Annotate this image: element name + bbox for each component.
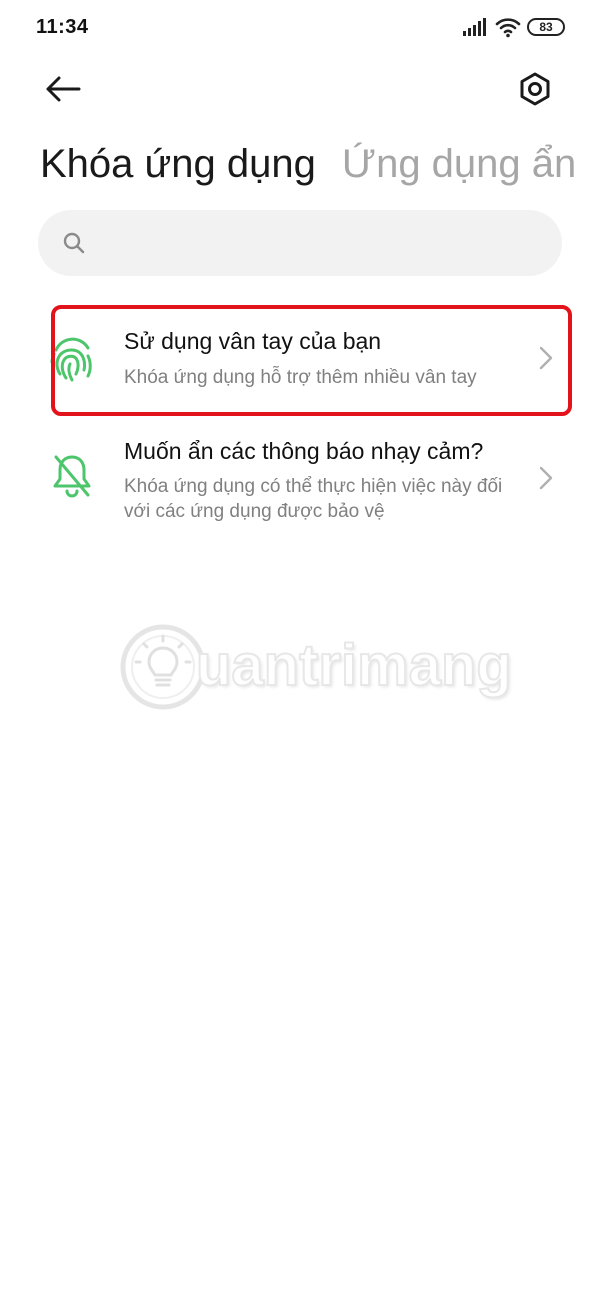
settings-button[interactable] [512, 66, 558, 112]
item-subtitle: Khóa ứng dụng hỗ trợ thêm nhiều vân tay [124, 367, 477, 388]
item-subtitle: Khóa ứng dụng có thể thực hiện việc này … [124, 476, 503, 522]
gear-icon [520, 72, 550, 106]
search-bar[interactable] [38, 210, 562, 276]
item-title: Muốn ẩn các thông báo nhạy cảm? [124, 438, 484, 464]
list-item-sensitive-notifications[interactable]: Muốn ẩn các thông báo nhạy cảm? Khóa ứng… [40, 418, 568, 538]
tab-bar: Khóa ứng dụng Ứng dụng ẩn [40, 136, 600, 192]
lightbulb-logo-icon [120, 624, 206, 710]
search-icon [63, 232, 85, 254]
watermark-text: uantrimang [195, 632, 513, 699]
bell-off-icon [53, 455, 91, 498]
watermark: uantrimang [118, 618, 528, 718]
chevron-right-icon [539, 466, 553, 490]
tab-app-lock[interactable]: Khóa ứng dụng [40, 136, 316, 192]
signal-icon [463, 18, 486, 36]
fingerprint-icon [50, 337, 92, 382]
back-button[interactable] [40, 68, 86, 110]
list-item-fingerprint[interactable]: Sử dụng vân tay của bạn Khóa ứng dụng hỗ… [40, 308, 568, 414]
status-bar: 11:34 83 [0, 0, 600, 56]
item-title: Sử dụng vân tay của bạn [124, 328, 382, 354]
tab-hidden-apps[interactable]: Ứng dụng ẩn [342, 136, 576, 192]
arrow-left-icon [46, 76, 81, 102]
chevron-right-icon [539, 346, 553, 370]
status-time: 11:34 [36, 16, 89, 38]
wifi-icon [495, 18, 521, 38]
battery-indicator: 83 [527, 18, 565, 36]
search-input[interactable] [98, 230, 542, 256]
